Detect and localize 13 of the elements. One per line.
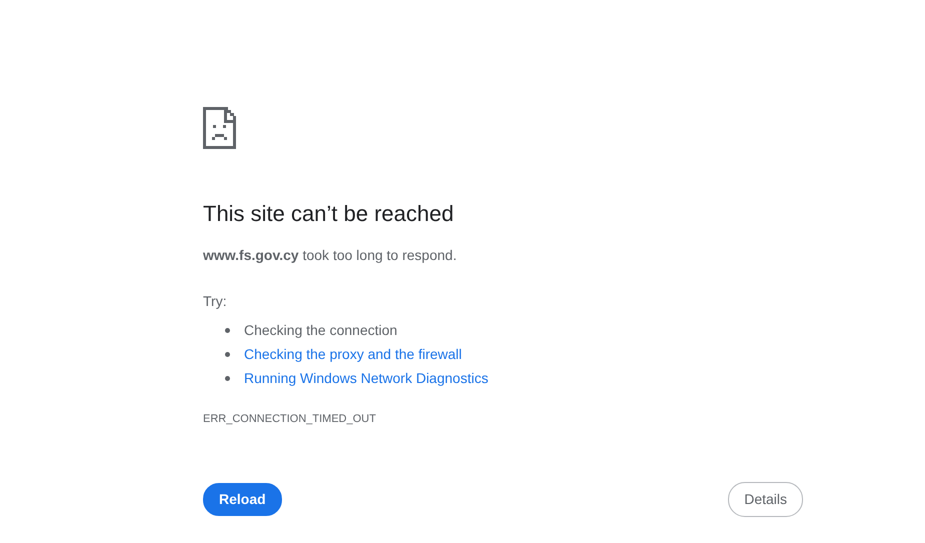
- sad-page-icon: [203, 107, 236, 149]
- suggestion-link[interactable]: Running Windows Network Diagnostics: [244, 368, 488, 389]
- details-button[interactable]: Details: [728, 482, 803, 517]
- reload-button[interactable]: Reload: [203, 482, 282, 516]
- bullet-icon: [225, 376, 230, 381]
- bullet-icon: [225, 328, 230, 333]
- error-message: www.fs.gov.cy took too long to respond.: [203, 246, 458, 266]
- try-label: Try:: [203, 292, 228, 312]
- page-heading: This site can’t be reached: [203, 201, 455, 228]
- bullet-icon: [225, 352, 230, 357]
- error-code: ERR_CONNECTION_TIMED_OUT: [203, 412, 377, 428]
- suggestion-text: Checking the connection: [244, 320, 398, 340]
- suggestion-link[interactable]: Checking the proxy and the firewall: [244, 344, 462, 365]
